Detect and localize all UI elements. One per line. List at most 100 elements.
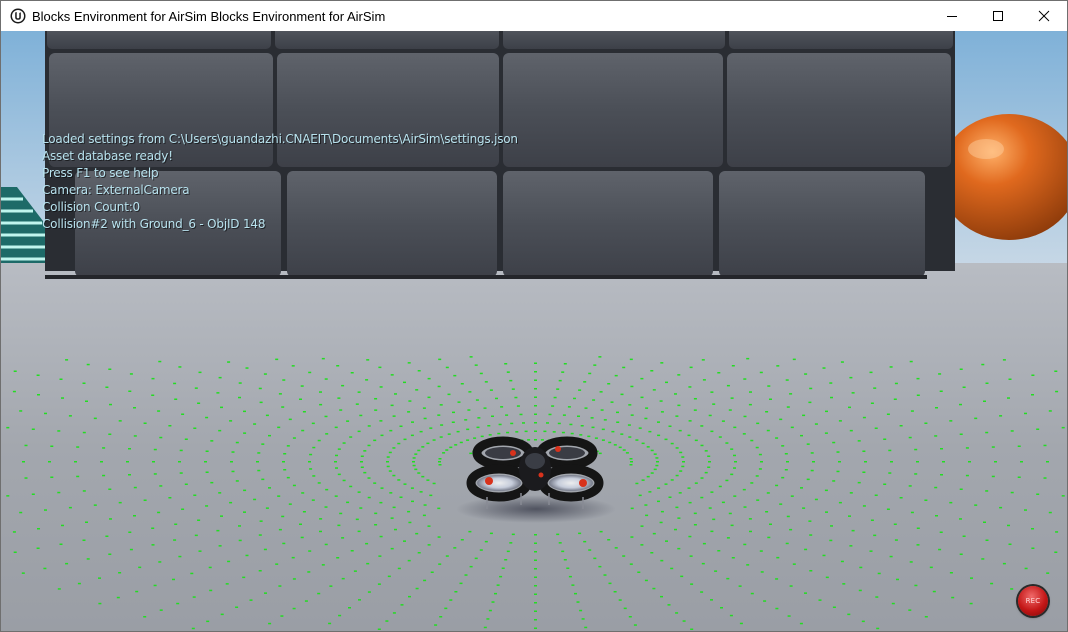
lidar-point — [546, 422, 549, 424]
lidar-point — [257, 452, 261, 454]
lidar-point — [339, 409, 343, 411]
lidar-point — [495, 397, 498, 400]
lidar-point — [129, 373, 133, 375]
hud-line-collision-info: Collision#2 with Ground_6 - ObjID 148 — [42, 217, 266, 231]
lidar-point — [43, 567, 47, 570]
lidar-point — [825, 511, 828, 513]
lidar-point — [265, 414, 269, 417]
record-button[interactable]: REC — [1018, 586, 1048, 616]
scene-render — [1, 31, 1067, 631]
lidar-point — [108, 488, 112, 490]
lidar-point — [909, 360, 913, 363]
lidar-point — [82, 539, 86, 541]
lidar-point — [346, 420, 350, 422]
lidar-point — [594, 437, 598, 439]
lidar-point — [849, 492, 853, 494]
lidar-point — [197, 519, 201, 521]
lidar-point — [775, 578, 779, 580]
lidar-point — [775, 437, 779, 439]
lidar-point — [694, 439, 698, 442]
lidar-point — [423, 579, 427, 582]
lidar-point — [108, 433, 112, 435]
lidar-point — [733, 495, 737, 497]
lidar-point — [210, 481, 214, 484]
lidar-point — [675, 447, 679, 449]
lidar-point — [151, 544, 155, 546]
lidar-point — [445, 366, 449, 369]
lidar-point — [810, 452, 814, 454]
lidar-point — [590, 417, 594, 419]
lidar-point — [392, 506, 396, 509]
lidar-point — [910, 511, 914, 514]
lidar-point — [231, 451, 235, 453]
lidar-point — [484, 381, 488, 383]
lidar-point — [292, 437, 296, 439]
lidar-point — [743, 543, 747, 546]
lidar-point — [682, 461, 685, 463]
lidar-point — [453, 374, 457, 377]
lidar-point — [701, 562, 705, 565]
lidar-point — [687, 434, 691, 437]
close-button[interactable] — [1021, 1, 1067, 31]
lidar-point — [700, 591, 704, 593]
lidar-point — [277, 426, 281, 429]
lidar-point — [635, 482, 639, 485]
lidar-point — [909, 561, 913, 563]
lidar-point — [378, 366, 382, 369]
lidar-point — [730, 397, 734, 399]
lidar-point — [534, 362, 537, 364]
lidar-point — [916, 527, 920, 529]
lidar-point — [638, 427, 642, 429]
lidar-point — [733, 467, 736, 469]
lidar-point — [392, 415, 396, 417]
lidar-point — [660, 510, 664, 513]
lidar-point — [243, 432, 247, 434]
lidar-point — [220, 515, 223, 517]
lidar-point — [653, 468, 657, 471]
lidar-point — [509, 542, 513, 544]
lidar-point — [814, 498, 818, 501]
lidar-point — [812, 461, 815, 463]
lidar-point — [386, 461, 389, 463]
lidar-point — [357, 530, 361, 533]
simulation-viewport[interactable]: Loaded settings from C:\Users\guandazhi.… — [1, 31, 1067, 631]
lidar-point — [469, 356, 473, 358]
lidar-point — [253, 423, 257, 425]
lidar-point — [429, 427, 433, 429]
lidar-point — [392, 612, 396, 614]
lidar-point — [484, 540, 488, 543]
lidar-point — [86, 558, 90, 560]
lidar-point — [268, 622, 272, 625]
lidar-point — [204, 461, 207, 463]
lidar-point — [908, 609, 912, 611]
lidar-point — [721, 501, 725, 504]
lidar-point — [534, 593, 537, 595]
lidar-point — [466, 439, 470, 441]
lidar-point — [534, 405, 537, 407]
lidar-point — [599, 530, 603, 533]
lidar-point — [730, 473, 734, 476]
lidar-point — [593, 557, 597, 560]
lidar-point — [730, 448, 734, 450]
lidar-point — [350, 372, 354, 374]
lidar-point — [367, 444, 371, 447]
minimize-button[interactable] — [929, 1, 975, 31]
lidar-point — [830, 396, 833, 399]
lidar-point — [380, 487, 384, 489]
lidar-point — [82, 490, 86, 492]
title-bar[interactable]: Blocks Environment for AirSim Blocks Env… — [1, 1, 1067, 31]
lidar-point — [587, 435, 591, 438]
lidar-point — [437, 536, 441, 538]
lidar-point — [688, 420, 692, 422]
lidar-point — [218, 545, 222, 547]
maximize-button[interactable] — [975, 1, 1021, 31]
lidar-point — [749, 530, 752, 533]
lidar-point — [258, 570, 262, 572]
lidar-point — [825, 576, 829, 579]
lidar-point — [359, 414, 363, 417]
lidar-point — [390, 547, 394, 550]
lidar-point — [644, 504, 648, 506]
lidar-point — [516, 405, 520, 407]
lidar-point — [291, 556, 295, 559]
lidar-point — [449, 446, 453, 449]
